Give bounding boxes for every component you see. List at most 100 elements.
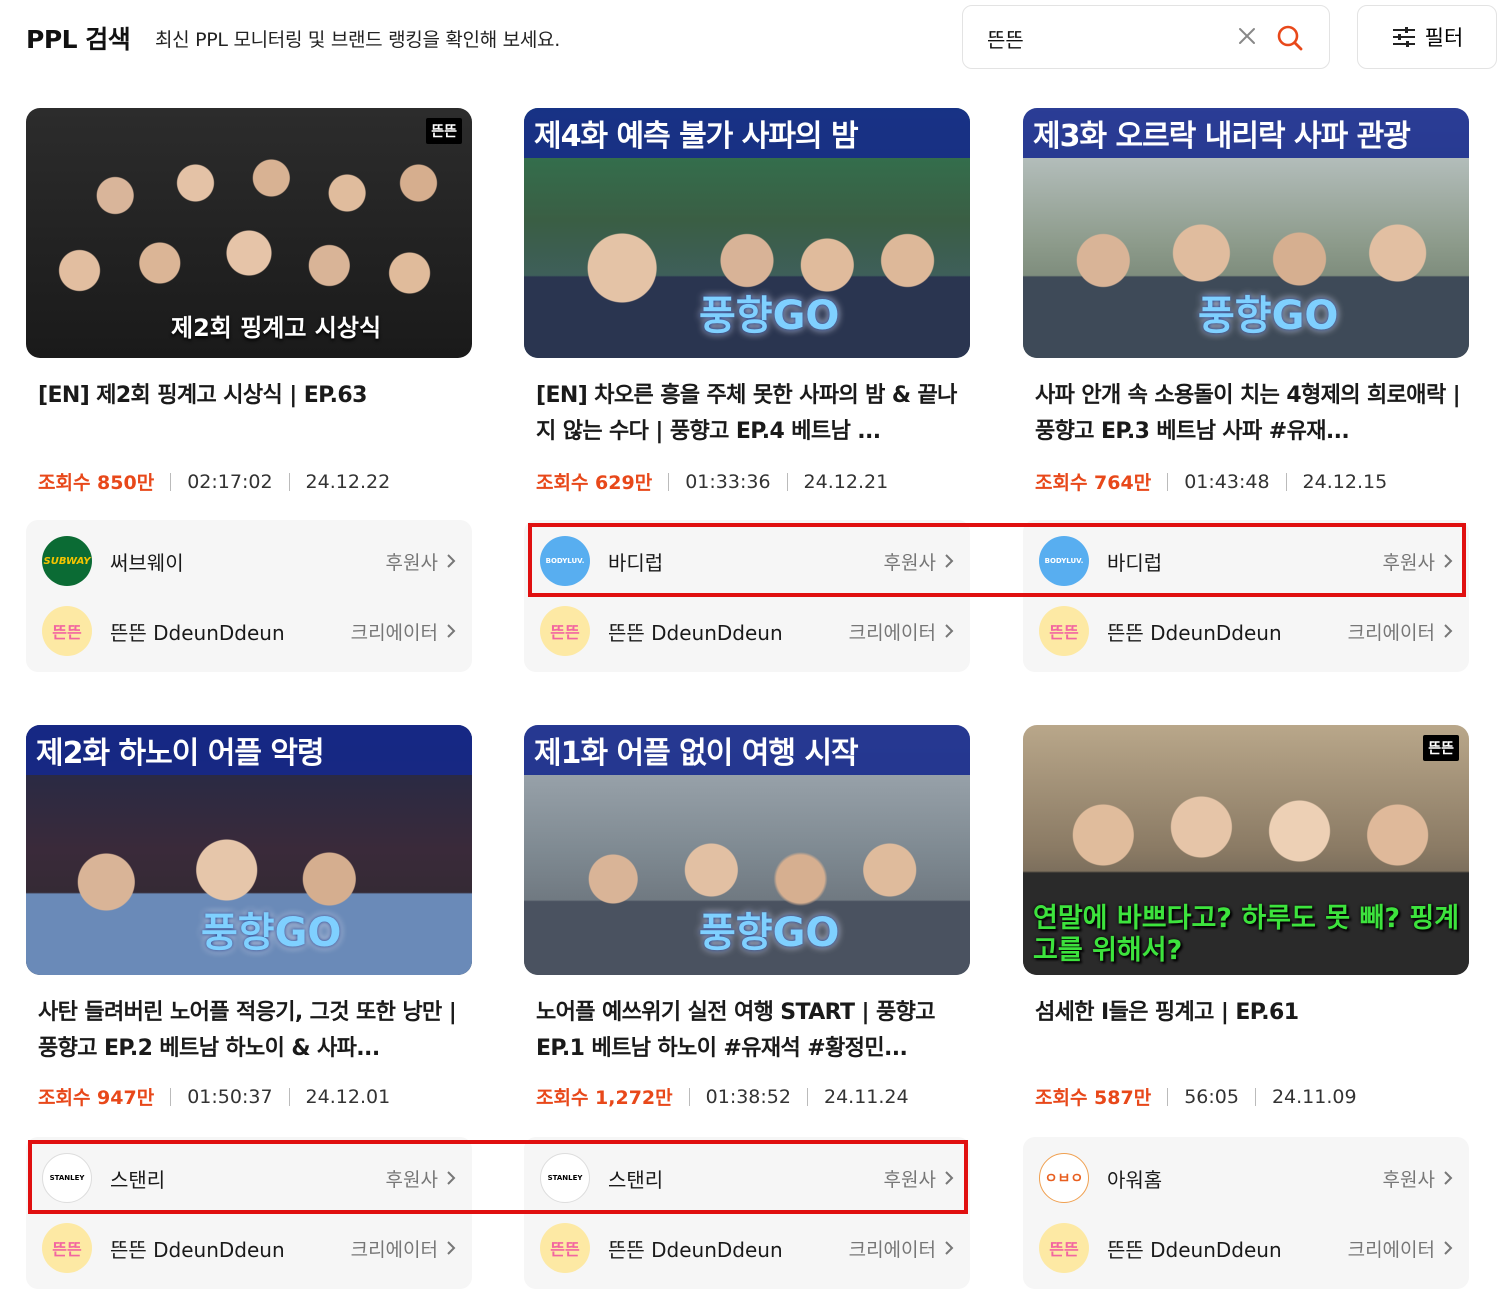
clear-icon[interactable]	[1235, 24, 1259, 48]
sponsor-role: 후원사	[883, 1168, 936, 1191]
video-thumbnail[interactable]: 제3화 오르락 내리락 사파 관광 풍향GO	[1023, 108, 1469, 358]
creator-row[interactable]: 뜬뜬 뜬뜬 DdeunDdeun 크리에이터	[1039, 1222, 1453, 1274]
meta-divider	[1167, 472, 1169, 491]
creator-role: 크리에이터	[350, 1238, 438, 1261]
video-thumbnail[interactable]: 뜬뜬 연말에 바쁘다고? 하루도 못 빼? 핑계고를 위해서?	[1023, 725, 1469, 975]
meta-divider	[668, 472, 670, 491]
video-title[interactable]: [EN] 제2회 핑계고 시상식 | EP.63	[38, 378, 468, 414]
chevron-right-icon	[447, 1171, 456, 1185]
video-card[interactable]: 뜬뜬 연말에 바쁘다고? 하루도 못 빼? 핑계고를 위해서? 섬세한 I들은 …	[1023, 725, 1469, 1289]
sponsor-name: 스탠리	[608, 1167, 664, 1192]
sponsor-role: 후원사	[385, 551, 438, 574]
video-thumbnail[interactable]: 제1화 어플 없이 여행 시작 풍향GO	[524, 725, 970, 975]
meta-divider	[288, 472, 290, 491]
creator-role: 크리에이터	[1347, 621, 1435, 644]
creator-row[interactable]: 뜬뜬 뜬뜬 DdeunDdeun 크리에이터	[540, 605, 954, 657]
upload-date: 24.11.24	[823, 1085, 909, 1108]
video-thumbnail[interactable]: 제2화 하노이 어플 악령 풍향GO	[26, 725, 472, 975]
chevron-right-icon	[447, 554, 456, 568]
creator-row[interactable]: 뜬뜬 뜬뜬 DdeunDdeun 크리에이터	[540, 1222, 954, 1274]
duration: 56:05	[1184, 1085, 1239, 1108]
creator-logo: 뜬뜬	[540, 1223, 590, 1273]
upload-date: 24.11.09	[1271, 1085, 1357, 1108]
view-count: 조회수 947만	[38, 1087, 155, 1109]
creator-logo: 뜬뜬	[42, 1223, 92, 1273]
sponsor-role: 후원사	[883, 551, 936, 574]
creator-name: 뜬뜬 DdeunDdeun	[608, 1237, 783, 1262]
sponsor-row[interactable]: STANLEY 스탠리 후원사	[42, 1152, 456, 1204]
creator-role: 크리에이터	[848, 1238, 936, 1261]
ppl-brand-box: BODYLUV. 바디럽 후원사 뜬뜬 뜬뜬 DdeunDdeun 크리에이터	[1023, 520, 1469, 672]
video-thumbnail[interactable]: 뜬뜬 제2회 핑계고 시상식	[26, 108, 472, 358]
duration: 01:33:36	[685, 470, 771, 493]
duration: 01:43:48	[1184, 470, 1270, 493]
sponsor-role: 후원사	[385, 1168, 438, 1191]
upload-date: 24.12.21	[803, 470, 889, 493]
creator-row[interactable]: 뜬뜬 뜬뜬 DdeunDdeun 크리에이터	[1039, 605, 1453, 657]
filter-label: 필터	[1424, 26, 1464, 50]
meta-divider	[786, 472, 788, 491]
view-count: 조회수 629만	[536, 472, 653, 494]
creator-logo: 뜬뜬	[1039, 606, 1089, 656]
video-title[interactable]: 섬세한 I들은 핑계고 | EP.61	[1035, 995, 1465, 1031]
sponsor-logo: SUBWAY	[42, 536, 92, 586]
chevron-right-icon	[1444, 624, 1453, 638]
ppl-brand-box: STANLEY 스탠리 후원사 뜬뜬 뜬뜬 DdeunDdeun 크리에이터	[524, 1137, 970, 1289]
channel-watermark: 뜬뜬	[426, 118, 462, 144]
search-input[interactable]	[987, 22, 1227, 54]
page-title: PPL 검색	[26, 25, 131, 54]
creator-name: 뜬뜬 DdeunDdeun	[110, 620, 285, 645]
view-count: 조회수 764만	[1035, 472, 1152, 494]
meta-divider	[688, 1087, 690, 1106]
meta-divider	[288, 1087, 290, 1106]
thumbnail-banner: 제3화 오르락 내리락 사파 관광	[1023, 108, 1469, 158]
creator-logo: 뜬뜬	[42, 606, 92, 656]
view-count: 조회수 587만	[1035, 1087, 1152, 1109]
show-logo: 풍향GO	[1198, 293, 1339, 339]
search-icon[interactable]	[1276, 24, 1304, 52]
creator-logo: 뜬뜬	[1039, 1223, 1089, 1273]
video-card[interactable]: 제4화 예측 불가 사파의 밤 풍향GO [EN] 차오른 흥을 주체 못한 사…	[524, 108, 970, 672]
video-card[interactable]: 제3화 오르락 내리락 사파 관광 풍향GO 사파 안개 속 소용돌이 치는 4…	[1023, 108, 1469, 672]
sponsor-name: 아워홈	[1107, 1167, 1163, 1192]
creator-row[interactable]: 뜬뜬 뜬뜬 DdeunDdeun 크리에이터	[42, 605, 456, 657]
chevron-right-icon	[447, 1241, 456, 1255]
video-meta: 조회수 764만 01:43:48 24.12.15	[1035, 468, 1387, 495]
video-title[interactable]: [EN] 차오른 흥을 주체 못한 사파의 밤 & 끝나지 않는 수다 | 풍향…	[536, 378, 966, 450]
ppl-brand-box: SUBWAY 써브웨이 후원사 뜬뜬 뜬뜬 DdeunDdeun 크리에이터	[26, 520, 472, 672]
filter-button[interactable]: 필터	[1357, 5, 1497, 69]
chevron-right-icon	[945, 624, 954, 638]
video-meta: 조회수 850만 02:17:02 24.12.22	[38, 468, 390, 495]
sponsor-name: 스탠리	[110, 1167, 166, 1192]
chevron-right-icon	[945, 1171, 954, 1185]
meta-divider	[170, 1087, 172, 1106]
video-card[interactable]: 제2화 하노이 어플 악령 풍향GO 사탄 들려버린 노어플 적응기, 그것 또…	[26, 725, 472, 1289]
chevron-right-icon	[945, 554, 954, 568]
meta-divider	[170, 472, 172, 491]
sponsor-role: 후원사	[1382, 1168, 1435, 1191]
sponsor-logo: STANLEY	[42, 1153, 92, 1203]
search-box[interactable]	[962, 5, 1330, 69]
show-logo: 풍향GO	[699, 293, 840, 339]
page-subtitle: 최신 PPL 모니터링 및 브랜드 랭킹을 확인해 보세요.	[155, 29, 560, 51]
creator-row[interactable]: 뜬뜬 뜬뜬 DdeunDdeun 크리에이터	[42, 1222, 456, 1274]
sponsor-row[interactable]: BODYLUV. 바디럽 후원사	[1039, 535, 1453, 587]
page-header: PPL 검색 최신 PPL 모니터링 및 브랜드 랭킹을 확인해 보세요. 필터	[0, 0, 1500, 80]
sponsor-row[interactable]: ㅇㅂㅇ 아워홈 후원사	[1039, 1152, 1453, 1204]
chevron-right-icon	[1444, 1171, 1453, 1185]
view-count: 조회수 1,272만	[536, 1087, 673, 1109]
sponsor-row[interactable]: STANLEY 스탠리 후원사	[540, 1152, 954, 1204]
video-thumbnail[interactable]: 제4화 예측 불가 사파의 밤 풍향GO	[524, 108, 970, 358]
video-card[interactable]: 제1화 어플 없이 여행 시작 풍향GO 노어플 예쓰위기 실전 여행 STAR…	[524, 725, 970, 1289]
video-card[interactable]: 뜬뜬 제2회 핑계고 시상식 [EN] 제2회 핑계고 시상식 | EP.63 …	[26, 108, 472, 672]
ppl-brand-box: ㅇㅂㅇ 아워홈 후원사 뜬뜬 뜬뜬 DdeunDdeun 크리에이터	[1023, 1137, 1469, 1289]
meta-divider	[1254, 1087, 1256, 1106]
meta-divider	[806, 1087, 808, 1106]
meta-divider	[1167, 1087, 1169, 1106]
sponsor-row[interactable]: SUBWAY 써브웨이 후원사	[42, 535, 456, 587]
sponsor-row[interactable]: BODYLUV. 바디럽 후원사	[540, 535, 954, 587]
video-title[interactable]: 사탄 들려버린 노어플 적응기, 그것 또한 낭만 | 풍향고 EP.2 베트남…	[38, 995, 468, 1067]
video-title[interactable]: 노어플 예쓰위기 실전 여행 START | 풍향고 EP.1 베트남 하노이 …	[536, 995, 966, 1067]
creator-role: 크리에이터	[1347, 1238, 1435, 1261]
video-title[interactable]: 사파 안개 속 소용돌이 치는 4형제의 희로애락 | 풍향고 EP.3 베트남…	[1035, 378, 1465, 450]
